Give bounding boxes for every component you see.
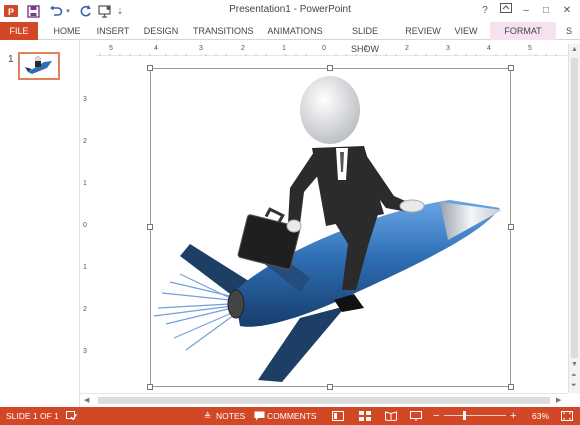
zoom-in-button[interactable]: + — [510, 407, 516, 425]
status-bar: SLIDE 1 OF 1 ≜ NOTES COMMENTS − + 63% — [0, 407, 580, 425]
h-ruler-label: 4 — [154, 45, 158, 52]
horizontal-scroll-thumb[interactable] — [98, 397, 550, 404]
tab-transitions[interactable]: TRANSITIONS — [193, 22, 254, 40]
h-ruler-label: 4 — [487, 45, 491, 52]
slide-count: SLIDE 1 OF 1 — [6, 411, 59, 421]
h-ruler-label: 2 — [241, 45, 245, 52]
tab-view[interactable]: VIEW — [453, 22, 479, 40]
tab-insert[interactable]: INSERT — [96, 22, 130, 40]
v-ruler-label: 2 — [83, 306, 87, 313]
resize-handle[interactable] — [327, 65, 333, 71]
v-ruler-label: 3 — [83, 96, 87, 103]
slide-thumbnail-pane: 1 — [0, 40, 80, 407]
tab-design[interactable]: DESIGN — [143, 22, 179, 40]
zoom-level[interactable]: 63% — [532, 407, 549, 425]
resize-handle[interactable] — [147, 65, 153, 71]
zoom-slider-thumb[interactable] — [463, 411, 466, 420]
help-button[interactable]: ? — [477, 3, 493, 19]
zoom-slider-track[interactable] — [444, 415, 506, 416]
fit-slide-icon[interactable] — [561, 407, 573, 425]
slide-thumbnail[interactable] — [18, 52, 60, 80]
h-ruler-label: 5 — [528, 45, 532, 52]
v-ruler-label: 0 — [83, 222, 87, 229]
slide-number: 1 — [8, 54, 14, 65]
ribbon-tabs: FILE HOME INSERT DESIGN TRANSITIONS ANIM… — [0, 22, 580, 54]
notes-icon[interactable]: ≜ — [204, 407, 211, 425]
v-ruler-label: 2 — [83, 138, 87, 145]
comments-icon[interactable] — [254, 407, 265, 425]
tab-slide-show[interactable]: SLIDE SHOW — [338, 22, 392, 54]
h-ruler-label: 3 — [199, 45, 203, 52]
vertical-ruler: 3 2 1 0 1 2 3 — [80, 56, 92, 393]
reading-view-icon[interactable] — [385, 407, 397, 425]
v-ruler-label: 3 — [83, 348, 87, 355]
resize-handle[interactable] — [327, 384, 333, 390]
h-ruler-label: 0 — [322, 45, 326, 52]
zoom-out-button[interactable]: − — [433, 407, 439, 425]
vertical-scroll-thumb[interactable] — [571, 58, 578, 358]
tab-overflow[interactable]: S — [562, 22, 576, 40]
normal-view-icon[interactable] — [332, 407, 344, 425]
restore-button[interactable]: □ — [538, 3, 554, 19]
h-ruler-label: 1 — [282, 45, 286, 52]
resize-handle[interactable] — [147, 384, 153, 390]
horizontal-ruler: 5 4 3 2 1 0 1 2 3 4 5 — [96, 44, 568, 56]
minimize-button[interactable]: – — [518, 3, 534, 19]
h-ruler-label: 3 — [446, 45, 450, 52]
slide-sorter-icon[interactable] — [359, 407, 371, 425]
scroll-down-icon[interactable]: ▼ — [571, 361, 578, 368]
spell-check-icon[interactable] — [66, 407, 78, 425]
resize-handle[interactable] — [508, 224, 514, 230]
tab-home[interactable]: HOME — [50, 22, 84, 40]
v-ruler-label: 1 — [83, 180, 87, 187]
horizontal-scrollbar[interactable]: ◀ ▶ — [80, 393, 568, 407]
scroll-up-icon[interactable]: ▲ — [571, 46, 578, 53]
scroll-left-icon[interactable]: ◀ — [84, 396, 89, 404]
title-bar: P ▾ ⇣ Presentation1 - PowerPoint ? – □ ✕ — [0, 0, 580, 22]
scroll-right-icon[interactable]: ▶ — [556, 396, 561, 404]
tab-review[interactable]: REVIEW — [405, 22, 441, 40]
previous-slide-icon[interactable]: ⏶ — [571, 372, 577, 380]
window-title: Presentation1 - PowerPoint — [229, 4, 351, 15]
v-ruler-label: 1 — [83, 264, 87, 271]
comments-button[interactable]: COMMENTS — [267, 407, 317, 425]
tab-file[interactable]: FILE — [0, 22, 38, 40]
h-ruler-label: 2 — [405, 45, 409, 52]
ribbon-display-options-icon[interactable] — [498, 3, 514, 19]
resize-handle[interactable] — [147, 224, 153, 230]
notes-button[interactable]: NOTES — [216, 407, 245, 425]
h-ruler-label: 1 — [364, 45, 368, 52]
resize-handle[interactable] — [508, 384, 514, 390]
next-slide-icon[interactable]: ⏷ — [571, 382, 577, 390]
h-ruler-label: 5 — [109, 45, 113, 52]
tab-format[interactable]: FORMAT — [490, 22, 556, 40]
slideshow-view-icon[interactable] — [410, 407, 422, 425]
powerpoint-window: P ▾ ⇣ Presentation1 - PowerPoint ? – □ ✕… — [0, 0, 580, 425]
close-button[interactable]: ✕ — [559, 3, 575, 19]
image-selection-box — [150, 68, 511, 387]
resize-handle[interactable] — [508, 65, 514, 71]
vertical-scrollbar[interactable]: ▲ ▼ ⏶ ⏷ — [568, 44, 580, 393]
tab-animations[interactable]: ANIMATIONS — [266, 22, 324, 40]
